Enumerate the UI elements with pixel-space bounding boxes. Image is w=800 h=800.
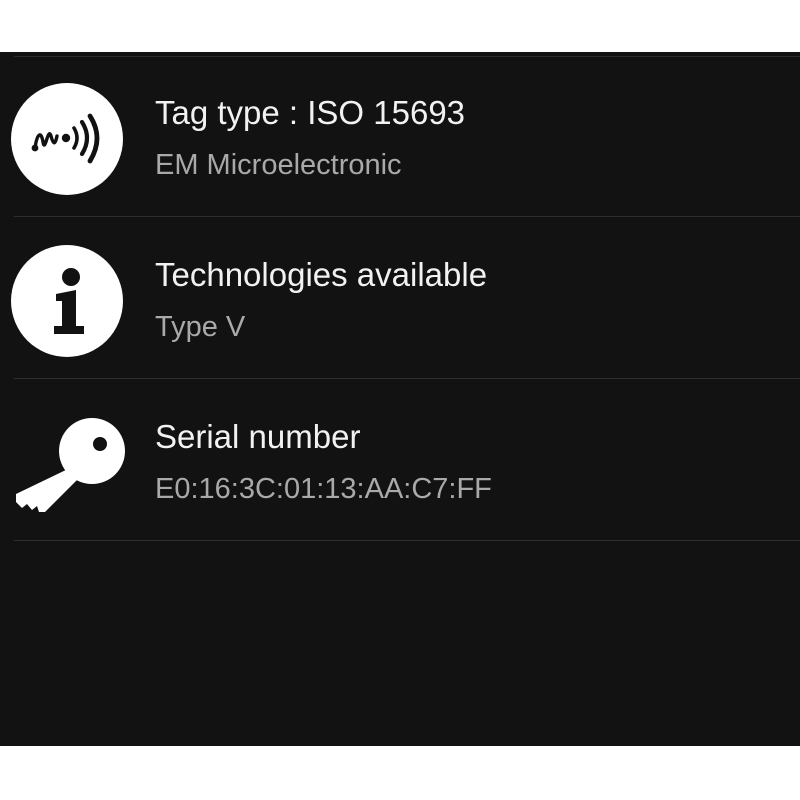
tag-manufacturer: EM Microelectronic — [155, 149, 402, 181]
nfc-tag-icon — [8, 82, 126, 196]
key-icon — [8, 406, 126, 520]
technologies-row[interactable]: Technologies available Type V — [0, 217, 800, 379]
tag-info-screen: Tag type : ISO 15693 EM Microelectronic … — [0, 52, 800, 746]
serial-number-row[interactable]: Serial number E0:16:3C:01:13:AA:C7:FF — [0, 379, 800, 541]
technologies-title: Technologies available — [155, 256, 488, 293]
serial-number-title: Serial number — [155, 418, 361, 455]
info-icon — [8, 244, 126, 358]
tag-type-title: Tag type : ISO 15693 — [155, 94, 466, 131]
row-divider — [14, 540, 800, 541]
technology-type: Type V — [155, 311, 246, 343]
tag-type-row[interactable]: Tag type : ISO 15693 EM Microelectronic — [0, 55, 800, 217]
serial-number-value: E0:16:3C:01:13:AA:C7:FF — [155, 473, 492, 505]
